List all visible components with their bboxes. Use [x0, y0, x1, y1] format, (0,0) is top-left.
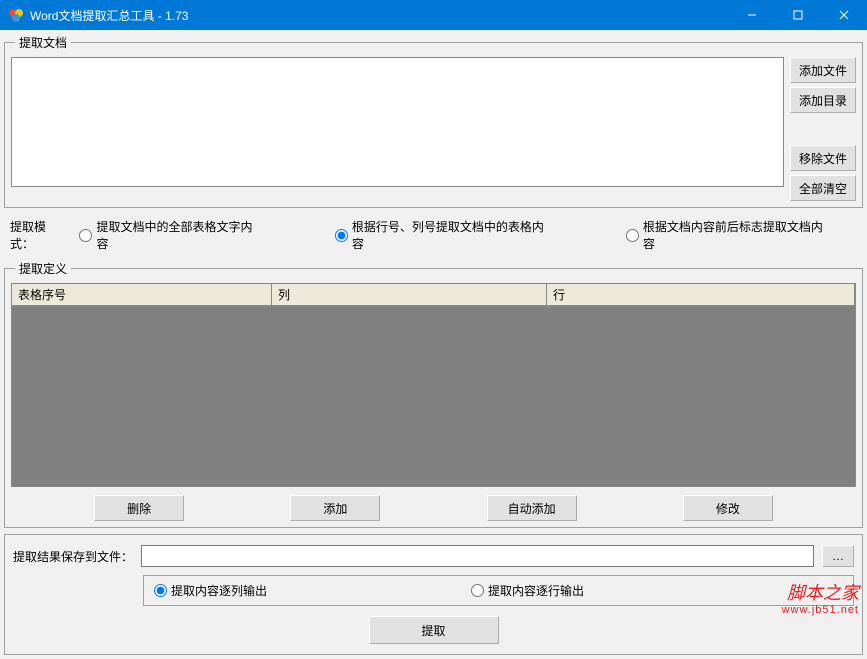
output-options: 提取内容逐列输出 提取内容逐行输出: [143, 575, 854, 606]
mode-rowcol-input[interactable]: [335, 229, 348, 242]
window-title: Word文档提取汇总工具 - 1.73: [30, 7, 729, 24]
output-by-row-radio[interactable]: 提取内容逐行输出: [471, 582, 584, 599]
mode-marker-radio[interactable]: 根据文档内容前后标志提取文档内容: [626, 218, 833, 252]
extract-def-legend: 提取定义: [15, 260, 71, 277]
extract-button[interactable]: 提取: [369, 616, 499, 644]
output-by-row-input[interactable]: [471, 584, 484, 597]
extract-mode-label: 提取模式：: [10, 218, 69, 252]
mode-marker-label: 根据文档内容前后标志提取文档内容: [643, 218, 833, 252]
output-file-label: 提取结果保存到文件：: [13, 548, 133, 565]
output-by-column-input[interactable]: [154, 584, 167, 597]
output-panel: 提取结果保存到文件： … 提取内容逐列输出 提取内容逐行输出 提取: [4, 534, 863, 655]
output-by-column-radio[interactable]: 提取内容逐列输出: [154, 582, 267, 599]
browse-button[interactable]: …: [822, 545, 854, 567]
extract-docs-legend: 提取文档: [15, 34, 71, 51]
maximize-button[interactable]: [775, 0, 821, 30]
mode-all-input[interactable]: [79, 229, 92, 242]
grid-col-row[interactable]: 行: [547, 284, 855, 306]
modify-button[interactable]: 修改: [683, 495, 773, 521]
grid-col-table-index[interactable]: 表格序号: [12, 284, 272, 306]
extract-docs-panel: 提取文档 添加文件 添加目录 移除文件 全部清空: [4, 34, 863, 208]
remove-file-button[interactable]: 移除文件: [790, 145, 856, 171]
app-icon: [8, 7, 24, 23]
file-list[interactable]: [11, 57, 784, 187]
output-by-column-label: 提取内容逐列输出: [171, 582, 267, 599]
add-file-button[interactable]: 添加文件: [790, 57, 856, 83]
mode-all-label: 提取文档中的全部表格文字内容: [96, 218, 262, 252]
minimize-button[interactable]: [729, 0, 775, 30]
close-button[interactable]: [821, 0, 867, 30]
extract-def-panel: 提取定义 表格序号 列 行 删除 添加 自动添加 修改: [4, 260, 863, 528]
output-file-input[interactable]: [141, 545, 814, 567]
mode-rowcol-label: 根据行号、列号提取文档中的表格内容: [352, 218, 554, 252]
mode-marker-input[interactable]: [626, 229, 639, 242]
clear-all-button[interactable]: 全部清空: [790, 175, 856, 201]
add-button[interactable]: 添加: [290, 495, 380, 521]
delete-button[interactable]: 删除: [94, 495, 184, 521]
def-grid-body[interactable]: [11, 307, 856, 487]
auto-add-button[interactable]: 自动添加: [487, 495, 577, 521]
def-grid-header: 表格序号 列 行: [11, 283, 856, 307]
titlebar: Word文档提取汇总工具 - 1.73: [0, 0, 867, 30]
mode-all-radio[interactable]: 提取文档中的全部表格文字内容: [79, 218, 262, 252]
add-dir-button[interactable]: 添加目录: [790, 87, 856, 113]
extract-mode-row: 提取模式： 提取文档中的全部表格文字内容 根据行号、列号提取文档中的表格内容 根…: [4, 214, 863, 256]
grid-col-column[interactable]: 列: [272, 284, 547, 306]
mode-rowcol-radio[interactable]: 根据行号、列号提取文档中的表格内容: [335, 218, 554, 252]
output-by-row-label: 提取内容逐行输出: [488, 582, 584, 599]
